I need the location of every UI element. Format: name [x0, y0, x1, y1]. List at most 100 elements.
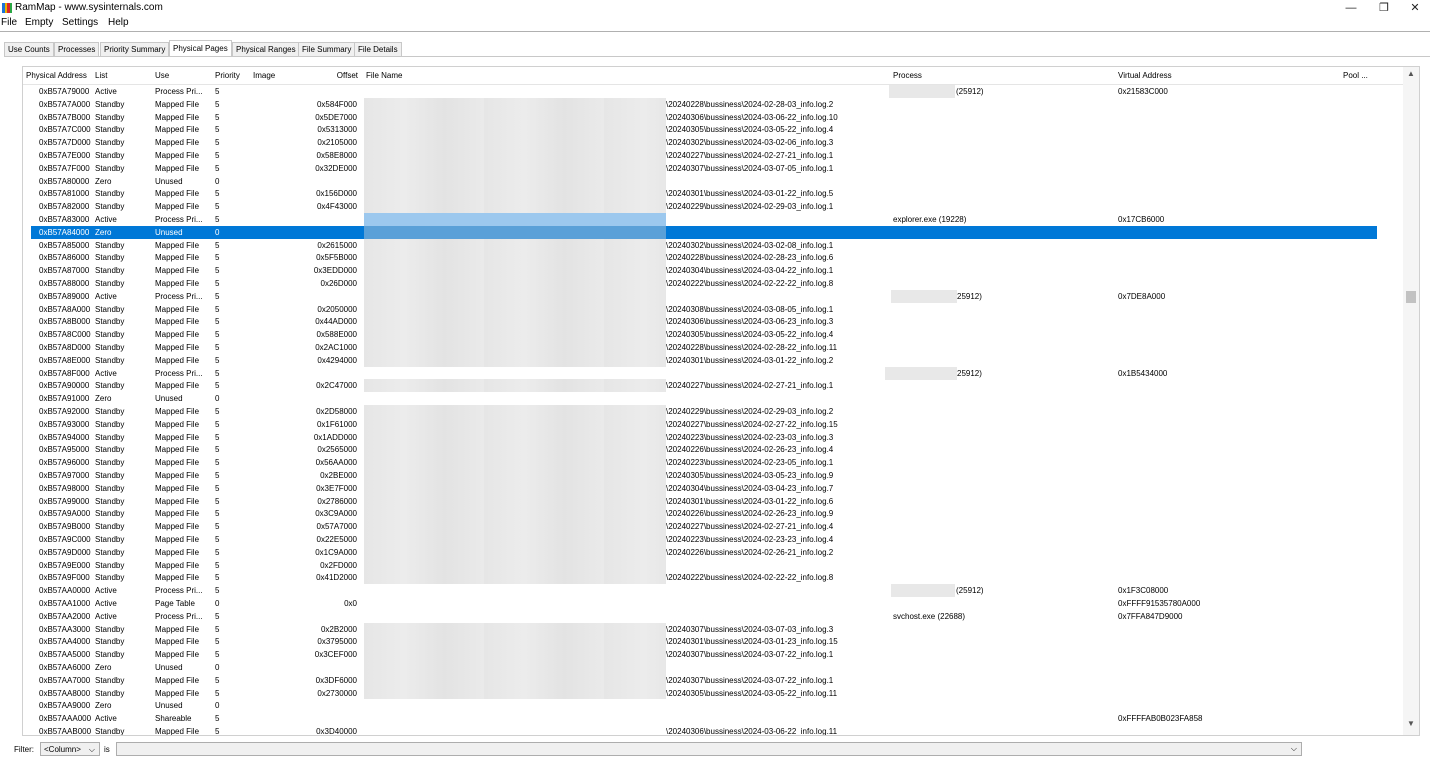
- cell-pri: 5: [215, 330, 220, 340]
- table-row[interactable]: 0xB57AA2000 Active Process Pri... 5 svchost.…: [23, 610, 1403, 623]
- table-row[interactable]: 0xB57A86000 Standby Mapped File 5 0x5F5B000 \…: [23, 251, 1403, 264]
- table-row[interactable]: 0xB57A7F000 Standby Mapped File 5 0x32DE000 \…: [23, 162, 1403, 175]
- table-row[interactable]: 0xB57A95000 Standby Mapped File 5 0x2565000 \…: [23, 443, 1403, 456]
- cell-addr: 0xB57AA6000: [39, 663, 91, 672]
- cell-addr: 0xB57A84000: [39, 227, 90, 237]
- scroll-up-icon[interactable]: ▲: [1407, 69, 1415, 78]
- table-row[interactable]: 0xB57A7B000 Standby Mapped File 5 0x5DE7000 \…: [23, 111, 1403, 124]
- table-row[interactable]: 0xB57A7C000 Standby Mapped File 5 0x5313000 \…: [23, 123, 1403, 136]
- tab-file-details[interactable]: File Details: [354, 42, 402, 56]
- table-row[interactable]: 0xB57AA6000 Zero Unused 0: [23, 661, 1403, 674]
- tab-physical-ranges[interactable]: Physical Ranges: [232, 42, 300, 56]
- physical-pages-list[interactable]: Physical Address List Use Priority Image…: [22, 66, 1420, 736]
- table-row[interactable]: 0xB57A87000 Standby Mapped File 5 0x3EDD000 \…: [23, 264, 1403, 277]
- close-button[interactable]: ✕: [1400, 0, 1430, 16]
- scroll-down-icon[interactable]: ▼: [1407, 719, 1415, 728]
- cell-process: 25912): [957, 368, 982, 378]
- table-row[interactable]: 0xB57AAA000 Active Shareable 5 0xFFFFAB0B023…: [23, 712, 1403, 725]
- table-row[interactable]: 0xB57A82000 Standby Mapped File 5 0x4F43000 \…: [23, 200, 1403, 213]
- tab-physical-pages[interactable]: Physical Pages: [169, 40, 232, 56]
- column-use[interactable]: Use: [155, 71, 169, 80]
- table-row[interactable]: 0xB57A7D000 Standby Mapped File 5 0x2105000 \…: [23, 136, 1403, 149]
- table-row[interactable]: 0xB57A99000 Standby Mapped File 5 0x2786000 \…: [23, 495, 1403, 508]
- table-row[interactable]: 0xB57A8F000 Active Process Pri... 5 25912) 0x…: [23, 367, 1403, 380]
- table-row[interactable]: 0xB57A83000 Active Process Pri... 5 explorer…: [23, 213, 1403, 226]
- table-row[interactable]: 0xB57A84000 Zero Unused 0: [31, 225, 1377, 239]
- minimize-button[interactable]: —: [1336, 0, 1366, 16]
- cell-pri: 0: [215, 701, 220, 711]
- table-row[interactable]: 0xB57A89000 Active Process Pri... 5 25912) 0x…: [23, 290, 1403, 303]
- filter-column-select[interactable]: <Column> ⌵: [40, 742, 100, 756]
- table-row[interactable]: 0xB57A8A000 Standby Mapped File 5 0x2050000 \…: [23, 303, 1403, 316]
- cell-file: \20240226\bussiness\2024-02-26-23_info.l…: [666, 509, 834, 519]
- table-row[interactable]: 0xB57A8E000 Standby Mapped File 5 0x4294000 \…: [23, 354, 1403, 367]
- table-row[interactable]: 0xB57A9F000 Standby Mapped File 5 0x41D2000 \…: [23, 571, 1403, 584]
- table-row[interactable]: 0xB57A81000 Standby Mapped File 5 0x156D000 \…: [23, 187, 1403, 200]
- column-list[interactable]: List: [95, 71, 107, 80]
- table-row[interactable]: 0xB57A7E000 Standby Mapped File 5 0x58E8000 \…: [23, 149, 1403, 162]
- table-row[interactable]: 0xB57A9A000 Standby Mapped File 5 0x3C9A000 \…: [23, 507, 1403, 520]
- table-row[interactable]: 0xB57AA7000 Standby Mapped File 5 0x3DF6000 \…: [23, 674, 1403, 687]
- tab-priority-summary[interactable]: Priority Summary: [100, 42, 170, 56]
- cell-list: Zero: [95, 663, 112, 672]
- table-row[interactable]: 0xB57A8D000 Standby Mapped File 5 0x2AC1000 \…: [23, 341, 1403, 354]
- cell-addr: 0xB57A9A000: [39, 509, 91, 519]
- table-row[interactable]: 0xB57A93000 Standby Mapped File 5 0x1F61000 \…: [23, 418, 1403, 431]
- table-row[interactable]: 0xB57A91000 Zero Unused 0: [23, 392, 1403, 405]
- table-row[interactable]: 0xB57A9B000 Standby Mapped File 5 0x57A7000 \…: [23, 520, 1403, 533]
- column-offset[interactable]: Offset: [293, 71, 358, 80]
- cell-pri: 5: [215, 138, 220, 148]
- tab-use-counts[interactable]: Use Counts: [4, 42, 54, 56]
- table-row[interactable]: 0xB57A9C000 Standby Mapped File 5 0x22E5000 \…: [23, 533, 1403, 546]
- table-row[interactable]: 0xB57A9D000 Standby Mapped File 5 0x1C9A000 \…: [23, 546, 1403, 559]
- menu-empty[interactable]: Empty: [25, 17, 53, 28]
- table-row[interactable]: 0xB57A85000 Standby Mapped File 5 0x2615000 \…: [23, 239, 1403, 252]
- table-row[interactable]: 0xB57A7A000 Standby Mapped File 5 0x584F000 \…: [23, 98, 1403, 111]
- restore-button[interactable]: ❐: [1369, 0, 1399, 16]
- table-row[interactable]: 0xB57AA5000 Standby Mapped File 5 0x3CEF000 \…: [23, 648, 1403, 661]
- cell-pri: 5: [215, 458, 220, 468]
- menu-settings[interactable]: Settings: [62, 17, 98, 28]
- cell-pri: 5: [215, 317, 220, 327]
- table-row[interactable]: 0xB57A94000 Standby Mapped File 5 0x1ADD000 \…: [23, 431, 1403, 444]
- column-priority[interactable]: Priority: [215, 71, 240, 80]
- tab-file-summary[interactable]: File Summary: [298, 42, 356, 56]
- column-virtual-address[interactable]: Virtual Address: [1118, 71, 1172, 80]
- menu-help[interactable]: Help: [108, 17, 129, 28]
- column-image[interactable]: Image: [253, 71, 275, 80]
- table-row[interactable]: 0xB57AA9000 Zero Unused 0: [23, 699, 1403, 712]
- cell-pri: 5: [215, 266, 220, 276]
- tab-processes[interactable]: Processes: [54, 42, 100, 56]
- table-row[interactable]: 0xB57A88000 Standby Mapped File 5 0x26D000 \2…: [23, 277, 1403, 290]
- table-row[interactable]: 0xB57A90000 Standby Mapped File 5 0x2C47000 \…: [23, 379, 1403, 392]
- table-row[interactable]: 0xB57AA0000 Active Process Pri... 5 (25912) 0…: [23, 584, 1403, 597]
- column-file-name[interactable]: File Name: [366, 71, 402, 80]
- table-row[interactable]: 0xB57AA1000 Active Page Table 0 0x0 0xFFFF915…: [23, 597, 1403, 610]
- filter-value-combo[interactable]: ⌵: [116, 742, 1302, 756]
- table-row[interactable]: 0xB57A96000 Standby Mapped File 5 0x56AA000 \…: [23, 456, 1403, 469]
- table-row[interactable]: 0xB57A8C000 Standby Mapped File 5 0x588E000 \…: [23, 328, 1403, 341]
- table-row[interactable]: 0xB57A80000 Zero Unused 0: [23, 175, 1403, 188]
- table-row[interactable]: 0xB57A9E000 Standby Mapped File 5 0x2FD000: [23, 559, 1403, 572]
- cell-addr: 0xB57A92000: [39, 407, 90, 416]
- cell-use: Mapped File: [155, 637, 200, 647]
- table-row[interactable]: 0xB57A98000 Standby Mapped File 5 0x3E7F000 \…: [23, 482, 1403, 495]
- table-row[interactable]: 0xB57A79000 Active Process Pri... 5 (25912) 0…: [23, 85, 1403, 98]
- table-row[interactable]: 0xB57AA8000 Standby Mapped File 5 0x2730000 \…: [23, 687, 1403, 700]
- vertical-scrollbar[interactable]: ▲ ▼: [1403, 67, 1419, 735]
- table-row[interactable]: 0xB57A97000 Standby Mapped File 5 0x2BE000 \2…: [23, 469, 1403, 482]
- cell-va: 0x21583C000: [1118, 87, 1168, 96]
- cell-process: (25912): [956, 586, 984, 596]
- table-row[interactable]: 0xB57A8B000 Standby Mapped File 5 0x44AD000 \…: [23, 315, 1403, 328]
- table-row[interactable]: 0xB57AAB000 Standby Mapped File 5 0x3D40000 \…: [23, 725, 1403, 735]
- table-row[interactable]: 0xB57AA3000 Standby Mapped File 5 0x2B2000 \2…: [23, 623, 1403, 636]
- menu-file[interactable]: File: [1, 17, 17, 28]
- cell-addr: 0xB57A7F000: [39, 163, 90, 173]
- table-row[interactable]: 0xB57A92000 Standby Mapped File 5 0x2D58000 \…: [23, 405, 1403, 418]
- column-physical-address[interactable]: Physical Address: [26, 71, 87, 80]
- table-row[interactable]: 0xB57AA4000 Standby Mapped File 5 0x3795000 \…: [23, 635, 1403, 648]
- column-pool[interactable]: Pool ...: [1343, 71, 1368, 80]
- column-process[interactable]: Process: [893, 71, 922, 80]
- scrollbar-thumb[interactable]: [1406, 291, 1416, 303]
- cell-addr: 0xB57A9F000: [39, 573, 90, 583]
